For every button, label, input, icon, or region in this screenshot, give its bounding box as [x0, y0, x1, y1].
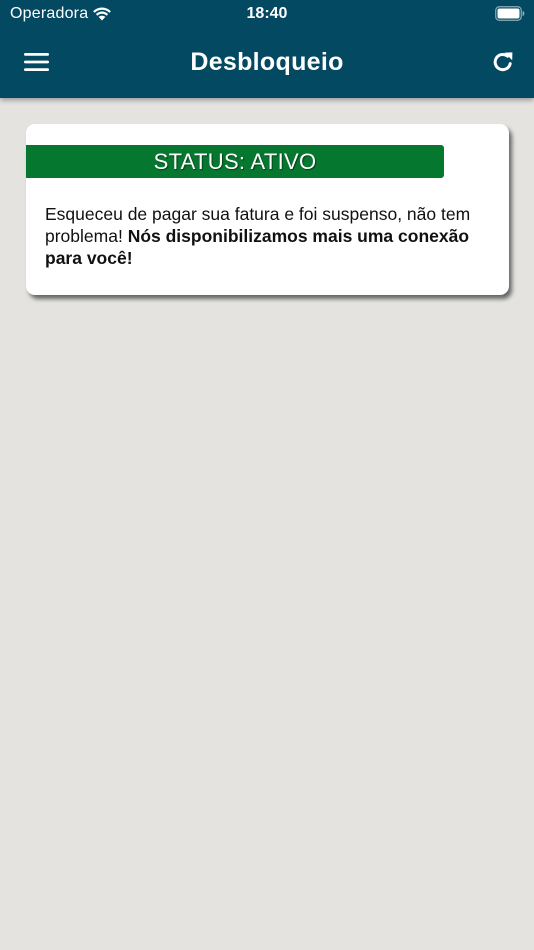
refresh-icon: [493, 52, 513, 72]
nav-bar: Desbloqueio: [0, 28, 534, 98]
battery-full-icon: [495, 6, 525, 21]
status-time: 18:40: [246, 5, 288, 22]
header: Operadora 18:40 Desbloqueio: [0, 0, 534, 98]
card-message: Esqueceu de pagar sua fatura e foi suspe…: [45, 203, 485, 269]
status-label: STATUS: ATIVO: [153, 148, 317, 174]
refresh-button[interactable]: [486, 45, 520, 79]
unlock-status-card: STATUS: ATIVO Esqueceu de pagar sua fatu…: [26, 124, 509, 295]
status-bar: Operadora 18:40: [0, 0, 534, 28]
app-screen: Operadora 18:40 Desbloqueio STATUS: ATIV…: [0, 0, 534, 950]
status-badge: STATUS: ATIVO: [26, 145, 444, 178]
page-title: Desbloqueio: [190, 48, 344, 76]
